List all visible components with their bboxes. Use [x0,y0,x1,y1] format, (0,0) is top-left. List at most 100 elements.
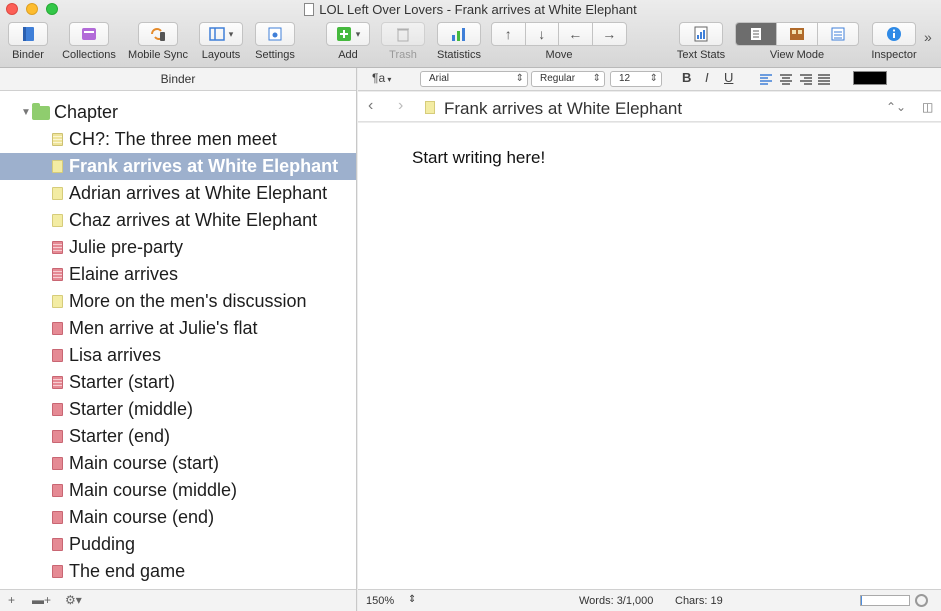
disclosure-triangle-icon[interactable]: ▼ [21,107,31,118]
statistics-button[interactable] [437,22,481,46]
char-count: Chars: 19 [675,595,723,607]
toolbar-settings[interactable]: Settings [252,22,298,61]
collections-button[interactable] [69,22,109,46]
inspector-button[interactable] [872,22,916,46]
paragraph-style-button[interactable]: ¶a ▾ [372,71,391,87]
mobile-sync-button[interactable] [138,22,178,46]
document-card-icon [52,484,63,497]
italic-button[interactable]: I [705,71,709,87]
align-right-icon [800,74,812,85]
binder-folder-row[interactable]: ▼ Chapter [0,99,356,126]
underline-button[interactable]: U [724,71,733,87]
binder-item[interactable]: Men arrive at Julie's flat [0,315,356,342]
document-card-icon [52,565,63,578]
view-mode-outliner-button[interactable] [818,23,858,45]
add-folder-icon[interactable]: ▬+ [32,593,51,607]
settings-button[interactable] [255,22,295,46]
editor-content[interactable]: Start writing here! [412,148,545,168]
binder-item[interactable]: Frank arrives at White Elephant [0,153,356,180]
move-down-button[interactable]: ↓ [526,23,559,45]
binder-item[interactable]: Chaz arrives at White Elephant [0,207,356,234]
toolbar-mobile-sync[interactable]: Mobile Sync [125,22,191,61]
editor-area[interactable]: Start writing here! [358,123,941,589]
binder-item[interactable]: Adrian arrives at White Elephant [0,180,356,207]
document-card-icon [52,241,63,254]
toolbar-layouts[interactable]: ▾ Layouts [198,22,244,61]
binder-item[interactable]: The end game [0,558,356,585]
add-button[interactable]: ▾ [326,22,370,46]
statistics-label: Statistics [436,49,481,61]
binder-item[interactable]: Elaine arrives [0,261,356,288]
binder-pane: Binder ▼ Chapter CH?: The three men meet… [0,68,357,611]
toolbar-move[interactable]: ↑ ↓ ← → Move [491,22,627,61]
font-family-select[interactable]: Arial [420,71,528,87]
toolbar-binder[interactable]: Binder [8,22,48,61]
window-title: LOL Left Over Lovers - Frank arrives at … [319,2,637,17]
move-left-button[interactable]: ← [559,23,593,45]
toolbar-collections[interactable]: Collections [60,22,118,61]
align-justify-icon [818,74,830,85]
add-item-icon[interactable]: + [8,593,15,607]
binder-item-label: Chaz arrives at White Elephant [69,210,318,230]
document-card-icon [52,133,63,146]
view-mode-segmented-control[interactable] [735,22,859,46]
move-up-button[interactable]: ↑ [492,23,526,45]
forward-arrow-icon[interactable]: › [398,97,403,115]
binder-item[interactable]: More on the men's discussion [0,288,356,315]
binder-item[interactable]: Starter (start) [0,369,356,396]
document-card-icon [52,430,63,443]
split-editor-icon[interactable]: ◫ [922,100,933,114]
move-right-button[interactable]: → [593,23,626,45]
zoom-level[interactable]: 150% [366,595,394,607]
text-color-swatch[interactable] [853,71,887,85]
toolbar-view-mode[interactable]: View Mode [735,22,859,61]
zoom-stepper-icon[interactable]: ⇕ [408,594,416,605]
binder-item-label: Main course (middle) [69,480,238,500]
layouts-button[interactable]: ▾ [199,22,243,46]
folder-icon [32,102,50,120]
binder-item[interactable]: Main course (middle) [0,477,356,504]
move-segmented-control[interactable]: ↑ ↓ ← → [491,22,627,46]
alignment-controls[interactable] [758,71,830,87]
view-mode-corkboard-button[interactable] [777,23,818,45]
window-title-wrap: LOL Left Over Lovers - Frank arrives at … [0,2,941,17]
binder-item-label: Pudding [69,534,136,554]
binder-item[interactable]: Julie pre-party [0,234,356,261]
bold-button[interactable]: B [682,71,691,87]
corkboard-icon [790,28,804,40]
binder-item[interactable]: Starter (end) [0,423,356,450]
back-arrow-icon[interactable]: ‹ [368,97,373,115]
binder-item[interactable]: Main course (end) [0,504,356,531]
editor-header-bar: ‹ › Frank arrives at White Elephant ⌃⌄ ◫ [358,92,941,122]
document-card-icon [52,187,63,200]
move-label: Move [545,49,573,61]
editor-document-title: Frank arrives at White Elephant [444,99,683,118]
view-mode-document-button[interactable] [736,23,778,45]
toolbar-add[interactable]: ▾ Add [326,22,370,61]
binder-item-label: Frank arrives at White Elephant [69,156,339,176]
toolbar-text-stats[interactable]: Text Stats [674,22,728,61]
binder-list[interactable]: ▼ Chapter CH?: The three men meet Frank a… [0,91,356,589]
binder-item[interactable]: CH?: The three men meet [0,126,356,153]
toolbar-statistics[interactable]: Statistics [432,22,486,61]
binder-item[interactable]: Starter (middle) [0,396,356,423]
target-icon[interactable] [915,594,928,607]
font-size-select[interactable]: 12 [610,71,662,87]
binder-item[interactable]: Lisa arrives [0,342,356,369]
binder-item[interactable]: Pudding [0,531,356,558]
binder-item-label: Men arrive at Julie's flat [69,318,258,338]
chevron-up-down-icon[interactable]: ⌃⌄ [886,100,906,114]
binder-button[interactable] [8,22,48,46]
arrow-right-icon: → [602,26,617,42]
document-card-icon [52,538,63,551]
gear-icon[interactable]: ⚙▾ [65,593,82,607]
toolbar-inspector[interactable]: Inspector [868,22,920,61]
toolbar-overflow-button[interactable]: » [924,29,932,45]
text-stats-button[interactable] [679,22,723,46]
font-weight-select[interactable]: Regular [531,71,605,87]
editor-footer: 150% ⇕ Words: 3/1,000 Chars: 19 [358,589,941,611]
settings-icon [268,27,282,41]
settings-label: Settings [255,49,295,61]
binder-item[interactable]: Main course (start) [0,450,356,477]
chevron-down-icon: ▾ [385,75,392,84]
